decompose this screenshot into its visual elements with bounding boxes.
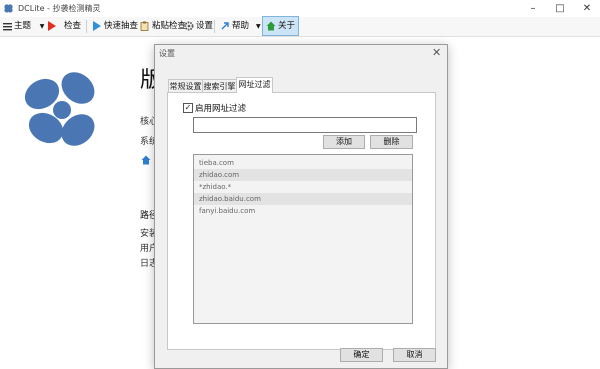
check-label: 检查 [64, 21, 82, 31]
list-item[interactable]: zhidao.baidu.com [194, 193, 412, 205]
minimize-button[interactable]: – [520, 0, 546, 17]
settings-label: 设置 [196, 21, 214, 31]
quick-check-label: 快速抽查 [104, 21, 139, 31]
clipboard-icon [140, 20, 150, 31]
help-label: 帮助 [232, 21, 250, 31]
list-item[interactable]: fanyi.baidu.com [194, 205, 412, 217]
gear-icon [184, 20, 194, 30]
chevron-down-icon: ▼ [39, 23, 45, 30]
theme-label: 主题 [14, 21, 32, 31]
menu-icon [3, 20, 12, 30]
home-icon [266, 20, 276, 30]
toolbar-separator [214, 20, 215, 33]
window-title: DCLite - 抄袭检测精灵 [18, 4, 101, 13]
about-label: 关于 [278, 21, 296, 31]
quick-check-button[interactable]: 快速抽查 [92, 17, 138, 36]
chevron-down-icon: ▼ [256, 23, 261, 30]
theme-menu-button[interactable]: 主题 ▼ [3, 17, 44, 36]
app-logo-icon [4, 4, 13, 13]
enable-filter-checkbox[interactable]: ✓ [183, 103, 193, 113]
clover-logo-icon [24, 72, 95, 146]
paste-check-button[interactable]: 粘贴检查 [140, 17, 186, 36]
home-icon[interactable] [141, 155, 151, 165]
toolbar-separator [86, 20, 87, 33]
dialog-title: 设置 [159, 49, 175, 58]
enable-filter-label: 启用网址过滤 [195, 104, 247, 114]
list-item[interactable]: tieba.com [194, 157, 412, 169]
maximize-button[interactable]: □ [547, 0, 573, 17]
list-item[interactable]: zhidao.com [194, 169, 412, 181]
url-input[interactable] [193, 117, 417, 133]
check-button[interactable]: 检查 [47, 17, 81, 36]
about-button[interactable]: 关于 [262, 16, 300, 36]
play-icon [92, 20, 102, 31]
list-item[interactable]: *zhidao.* [194, 181, 412, 193]
tab-general[interactable]: 常规设置 [168, 79, 203, 93]
add-button[interactable]: 添加 [323, 135, 365, 149]
settings-button[interactable]: 设置 [184, 17, 213, 36]
help-button[interactable]: 帮助 [220, 17, 249, 36]
help-dropdown-button[interactable]: ▼ [256, 17, 261, 36]
settings-dialog: 设置 ✕ 常规设置 搜索引擎 网址过滤 ✓ 启用网址过滤 添加 删除 tieba… [154, 44, 448, 369]
title-bar: DCLite - 抄袭检测精灵 – □ ✕ [0, 0, 600, 17]
tab-url-filter[interactable]: 网址过滤 [236, 77, 273, 93]
close-icon[interactable]: ✕ [432, 46, 441, 59]
tab-search-engine[interactable]: 搜索引擎 [202, 79, 237, 93]
close-window-button[interactable]: ✕ [574, 0, 600, 17]
run-check-icon [47, 20, 57, 31]
cancel-button[interactable]: 取消 [393, 348, 436, 362]
help-link-icon [220, 20, 230, 30]
ok-button[interactable]: 确定 [340, 348, 383, 362]
paste-check-label: 粘贴检查 [152, 21, 187, 31]
url-list[interactable]: tieba.com zhidao.com *zhidao.* zhidao.ba… [193, 154, 413, 324]
delete-button[interactable]: 删除 [370, 135, 413, 149]
toolbar: 主题 ▼ 检查 快速抽查 粘贴检查 设置 帮助 ▼ 关于 [0, 16, 600, 37]
